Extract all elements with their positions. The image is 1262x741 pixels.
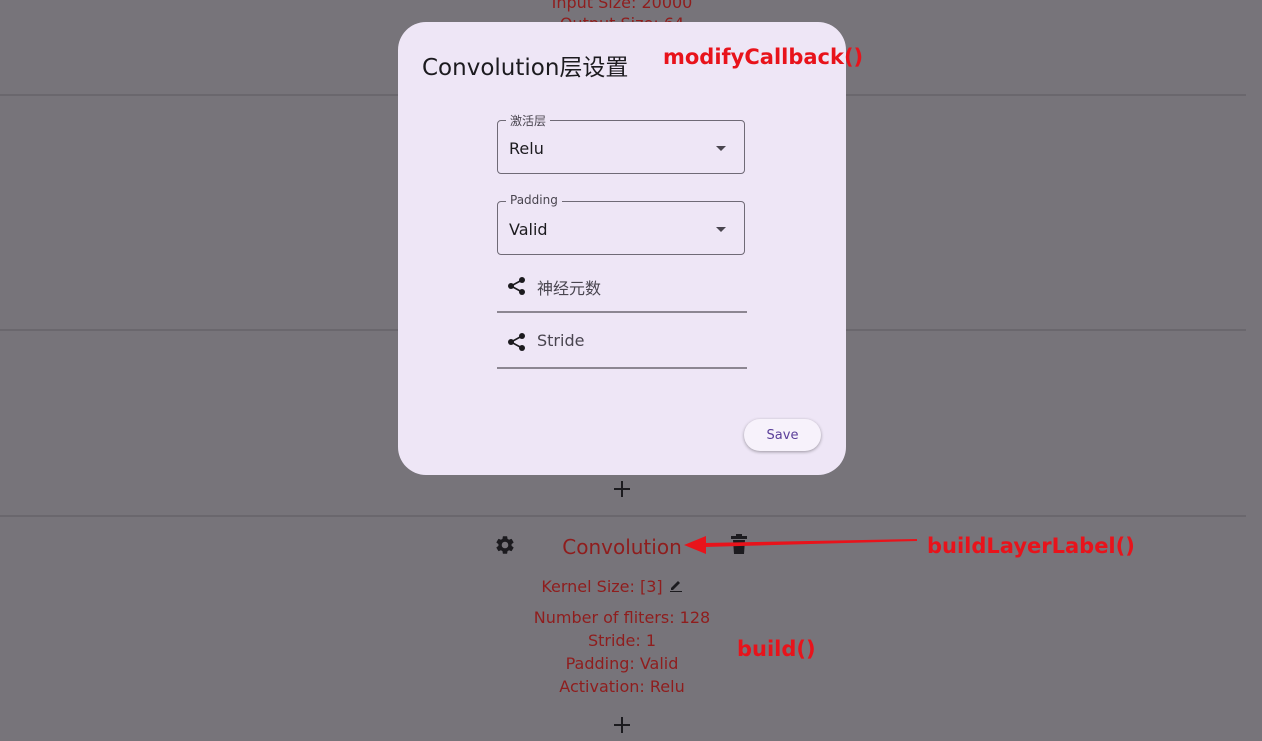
dropdown-arrow-icon (716, 146, 726, 151)
filters-text: Number of fliters: 128 (533, 608, 711, 627)
padding-label: Padding (506, 193, 562, 207)
neuron-count-label: 神经元数 (537, 279, 602, 298)
neuron-count-item[interactable]: 神经元数 (497, 257, 747, 313)
edit-icon[interactable] (669, 578, 683, 592)
gear-icon[interactable] (494, 534, 516, 556)
settings-dialog: Convolution层设置 激活层 Relu Padding Valid 神经… (398, 22, 846, 475)
stride-text: Stride: 1 (587, 631, 657, 650)
activation-value: Relu (509, 139, 544, 158)
activation-dropdown[interactable]: 激活层 Relu (497, 112, 745, 174)
build-annotation: build() (737, 637, 816, 661)
padding-dropdown[interactable]: Padding Valid (497, 193, 745, 255)
stride-label: Stride (537, 331, 585, 350)
layer-divider (0, 515, 1246, 517)
activation-label: 激活层 (506, 112, 551, 129)
build-layer-label-annotation: buildLayerLabel() (927, 534, 1135, 558)
add-layer-icon[interactable] (614, 717, 630, 733)
add-layer-icon[interactable] (614, 481, 630, 497)
padding-text: Padding: Valid (565, 654, 679, 673)
arrow-icon (684, 536, 917, 554)
dialog-title: Convolution层设置 (422, 55, 629, 81)
share-icon (508, 333, 525, 351)
save-button[interactable]: Save (744, 419, 821, 451)
modify-callback-annotation: modifyCallback() (663, 45, 864, 69)
activation-text: Activation: Relu (559, 677, 685, 696)
stride-item[interactable]: Stride (497, 313, 747, 369)
padding-value: Valid (509, 220, 548, 239)
share-icon (508, 277, 525, 295)
dropdown-arrow-icon (716, 227, 726, 232)
input-size-text: Input Size: 20000 (551, 0, 693, 12)
